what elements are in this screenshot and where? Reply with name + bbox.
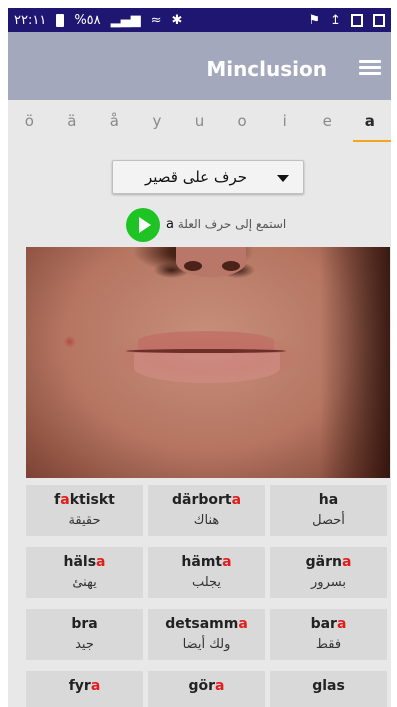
mouth-video[interactable] <box>26 247 390 478</box>
word-translation: يجلب <box>191 575 222 590</box>
word-text: detsamma <box>165 616 248 632</box>
listen-text: استمع إلى حرف العلة <box>177 217 287 231</box>
upper-lip <box>138 331 274 351</box>
word-card[interactable]: hälsa يهنئ <box>26 547 143 598</box>
lip-line <box>126 349 286 353</box>
word-card[interactable]: faktiskt حقيقة <box>26 485 143 536</box>
word-card[interactable]: hämta يجلب <box>148 547 265 598</box>
battery-icon <box>56 13 65 27</box>
nostril-left <box>184 261 202 271</box>
chevron-down-icon <box>277 175 289 182</box>
upload-icon: ↥ <box>330 12 341 28</box>
listen-vowel: a <box>166 217 174 232</box>
listen-label: a استمع إلى حرف العلة <box>166 217 286 232</box>
word-text: därborta <box>171 492 242 508</box>
word-card[interactable]: glas <box>270 671 387 707</box>
tab-vowel[interactable]: ö <box>8 100 51 142</box>
word-text: göra <box>188 678 225 694</box>
lower-lip <box>134 353 280 383</box>
word-translation: ولك أيضا <box>182 637 231 652</box>
word-text: bara <box>310 616 347 632</box>
listen-row: a استمع إلى حرف العلة <box>126 208 326 242</box>
phone-screen: ٢٢:١١ %٥٨ ▂▄▆ ≈ ✱ ⚑ ↥ Minclusion öäåyuoi… <box>8 8 391 707</box>
word-translation: هناك <box>193 513 220 528</box>
word-card[interactable]: detsamma ولك أيضا <box>148 609 265 660</box>
word-card[interactable]: göra <box>148 671 265 707</box>
word-card[interactable]: ha أحصل <box>270 485 387 536</box>
tab-vowel[interactable]: o <box>221 100 264 142</box>
word-translation: حقيقة <box>68 513 101 528</box>
app-bar: Minclusion <box>8 32 391 100</box>
flag-icon: ⚑ <box>308 12 321 28</box>
word-translation: بسرور <box>311 575 346 590</box>
word-card[interactable]: fyra <box>26 671 143 707</box>
word-card[interactable]: bra جيد <box>26 609 143 660</box>
word-translation: أحصل <box>312 513 345 528</box>
word-card[interactable]: därborta هناك <box>148 485 265 536</box>
word-card[interactable]: bara فقط <box>270 609 387 660</box>
word-card[interactable]: gärna بسرور <box>270 547 387 598</box>
status-bar: ٢٢:١١ %٥٨ ▂▄▆ ≈ ✱ ⚑ ↥ <box>8 8 391 32</box>
word-text: ha <box>318 492 339 508</box>
menu-icon[interactable] <box>359 60 381 76</box>
tab-vowel[interactable]: e <box>306 100 349 142</box>
word-text: faktiskt <box>54 492 115 508</box>
tab-vowel[interactable]: y <box>136 100 179 142</box>
image-icon <box>373 13 385 27</box>
word-text: bra <box>71 616 98 632</box>
word-translation: جيد <box>75 637 94 652</box>
word-translation: يهنئ <box>72 575 97 590</box>
vowel-type-dropdown[interactable]: حرف على قصير <box>112 160 304 194</box>
battery-text: %٥٨ <box>74 12 101 28</box>
word-text: glas <box>312 678 345 694</box>
word-text: gärna <box>305 554 352 570</box>
tab-vowel[interactable]: å <box>93 100 136 142</box>
shadow-edge <box>320 247 390 478</box>
sim-icon <box>351 13 363 27</box>
word-translation: فقط <box>315 637 342 652</box>
word-text: hämta <box>181 554 232 570</box>
tab-vowel[interactable]: u <box>178 100 221 142</box>
bluetooth-icon: ✱ <box>171 12 183 28</box>
vowel-tabs: öäåyuoiea <box>8 100 391 142</box>
signal-icon: ▂▄▆ <box>110 12 141 28</box>
tab-vowel[interactable]: a <box>349 100 392 142</box>
nostril-right <box>222 261 240 271</box>
word-text: fyra <box>68 678 101 694</box>
status-right: ⚑ ↥ <box>308 13 385 28</box>
tab-vowel[interactable]: ä <box>51 100 94 142</box>
tab-vowel[interactable]: i <box>263 100 306 142</box>
wifi-icon: ≈ <box>150 12 162 28</box>
clock: ٢٢:١١ <box>14 12 47 28</box>
dropdown-selected: حرف على قصير <box>144 168 247 186</box>
play-icon[interactable] <box>126 208 160 242</box>
word-text: hälsa <box>63 554 106 570</box>
status-left: ٢٢:١١ %٥٨ ▂▄▆ ≈ ✱ <box>14 13 182 28</box>
app-title: Minclusion <box>206 57 327 81</box>
